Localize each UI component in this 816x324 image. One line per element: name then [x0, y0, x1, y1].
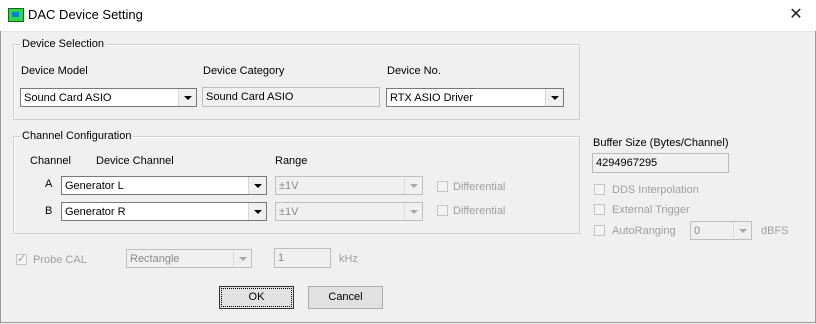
ok-button[interactable]: OK [219, 286, 294, 309]
buffer-size-field[interactable]: 4294967295 [592, 153, 729, 173]
device-model-value: Sound Card ASIO [24, 92, 112, 104]
autoranging-unit: dBFS [761, 225, 789, 237]
channel-b-range-select: ±1V [275, 202, 423, 221]
device-model-select[interactable]: Sound Card ASIO [20, 88, 197, 107]
probe-cal-checkbox [16, 252, 27, 265]
channel-a-label: A [45, 178, 53, 190]
external-trigger-label: External Trigger [612, 204, 690, 216]
probe-frequency-field: 1 [274, 248, 331, 268]
external-trigger-checkbox [594, 204, 605, 215]
channel-a-range-value: ±1V [279, 180, 299, 192]
chevron-down-icon [233, 250, 251, 267]
channel-b-differential-label: Differential [453, 205, 506, 217]
channel-b-differential-checkbox [437, 205, 448, 216]
cancel-button[interactable]: Cancel [308, 286, 383, 309]
channel-a-device-value: Generator L [65, 180, 124, 192]
dds-interpolation-checkbox [594, 184, 605, 195]
app-icon [8, 8, 24, 22]
range-column-header: Range [275, 155, 308, 167]
channel-column-header: Channel [30, 155, 71, 167]
chevron-down-icon[interactable] [248, 203, 266, 220]
autoranging-checkbox [594, 225, 605, 236]
autoranging-label: AutoRanging [612, 225, 676, 237]
device-channel-column-header: Device Channel [96, 155, 174, 167]
device-category-field: Sound Card ASIO [202, 87, 380, 107]
device-model-label: Device Model [21, 65, 88, 77]
autoranging-value: 0 [694, 225, 701, 237]
probe-cal-label: Probe CAL [33, 254, 87, 266]
cancel-button-label: Cancel [328, 291, 363, 303]
probe-frequency-unit: kHz [339, 253, 358, 265]
channel-b-device-value: Generator R [65, 206, 126, 218]
dds-interpolation-label: DDS Interpolation [612, 184, 699, 196]
probe-waveform-value: Rectangle [130, 253, 180, 265]
probe-waveform-select: Rectangle [126, 249, 252, 268]
channel-a-differential-checkbox [437, 181, 448, 192]
device-category-label: Device Category [203, 65, 285, 77]
buffer-size-label: Buffer Size (Bytes/Channel) [593, 137, 729, 149]
device-selection-group: Device Selection [13, 38, 580, 120]
channel-b-range-value: ±1V [279, 206, 299, 218]
device-number-label: Device No. [387, 65, 441, 77]
focus-rect [221, 288, 292, 307]
window-title: DAC Device Setting [28, 7, 143, 22]
close-icon[interactable]: ✕ [776, 0, 816, 31]
chevron-down-icon[interactable] [178, 89, 196, 106]
channel-a-differential-label: Differential [453, 181, 506, 193]
channel-b-label: B [45, 205, 53, 217]
chevron-down-icon[interactable] [248, 177, 266, 194]
device-number-select[interactable]: RTX ASIO Driver [386, 88, 564, 107]
autoranging-select: 0 [690, 221, 752, 240]
channel-b-device-select[interactable]: Generator R [61, 202, 267, 221]
channel-configuration-title: Channel Configuration [22, 130, 132, 142]
channel-a-range-select: ±1V [275, 176, 423, 195]
chevron-down-icon [404, 203, 422, 220]
chevron-down-icon [404, 177, 422, 194]
device-number-value: RTX ASIO Driver [390, 92, 473, 104]
channel-a-device-select[interactable]: Generator L [61, 176, 267, 195]
title-bar: DAC Device Setting ✕ [0, 0, 816, 32]
chevron-down-icon [733, 222, 751, 239]
chevron-down-icon[interactable] [545, 89, 563, 106]
device-selection-title: Device Selection [22, 38, 104, 50]
